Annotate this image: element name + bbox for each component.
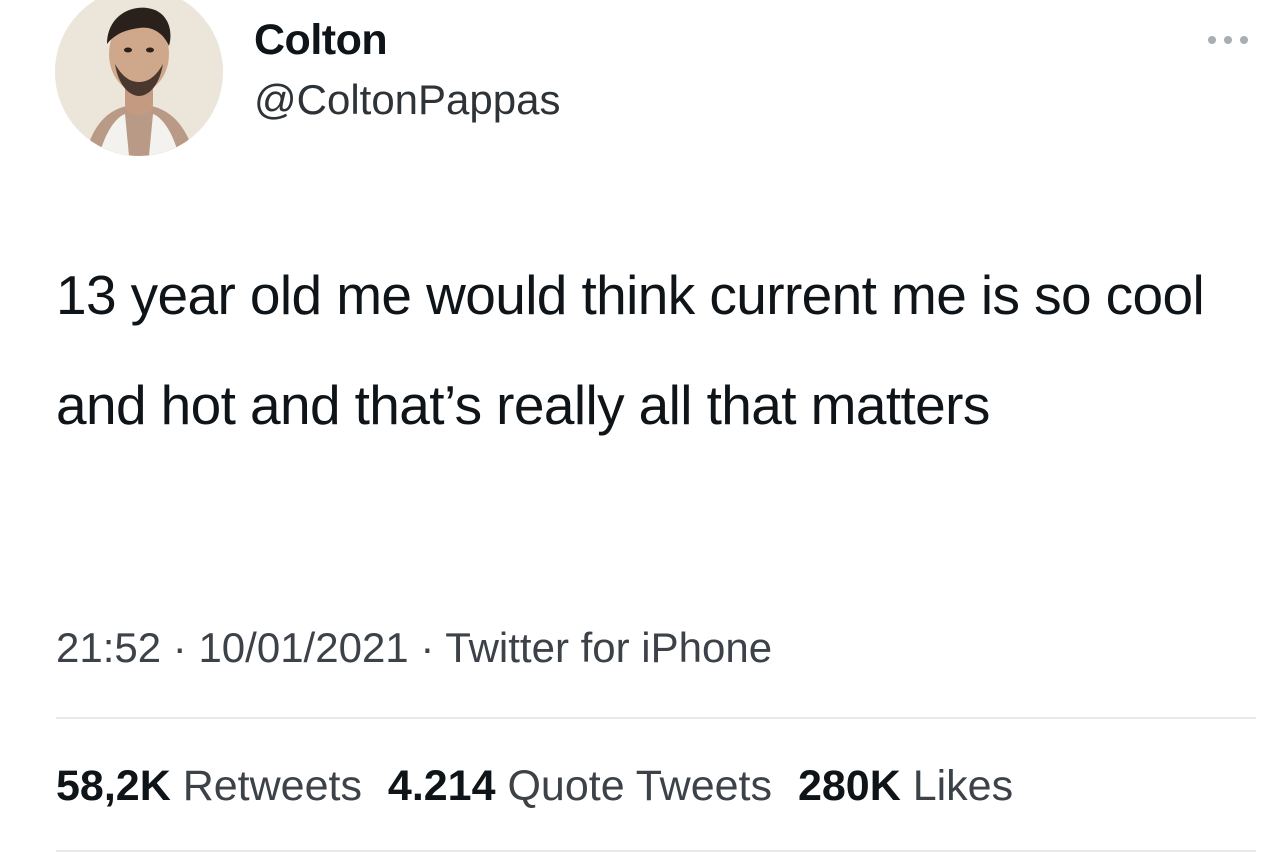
likes-count: 280K (797, 762, 901, 810)
tweet-text: 13 year old me would think current me is… (56, 264, 1205, 436)
quote-tweets-label: Quote Tweets (507, 762, 772, 810)
likes-stat[interactable]: 280K Likes (798, 762, 1013, 810)
author-display-name[interactable]: Colton (254, 14, 388, 66)
quote-tweets-stat[interactable]: 4.214 Quote Tweets (388, 762, 772, 810)
meta-separator: · (420, 624, 435, 671)
tweet-source[interactable]: Twitter for iPhone (445, 624, 772, 671)
retweets-stat[interactable]: 58,2K Retweets (56, 762, 362, 810)
meta-separator: · (172, 624, 187, 671)
author-handle[interactable]: @ColtonPappas (254, 74, 561, 126)
divider (56, 850, 1256, 852)
tweet-stats: 58,2K Retweets 4.214 Quote Tweets 280K L… (56, 758, 1027, 814)
avatar[interactable] (55, 0, 223, 156)
tweet-meta: 21:52 · 10/01/2021 · Twitter for iPhone (56, 620, 772, 676)
retweets-count: 58,2K (56, 762, 171, 810)
quote-tweets-count: 4.214 (387, 762, 496, 810)
tweet-time[interactable]: 21:52 (56, 624, 161, 671)
tweet-date[interactable]: 10/01/2021 (198, 624, 408, 671)
profile-photo-icon (55, 0, 223, 156)
more-options-button[interactable] (1198, 28, 1258, 52)
retweets-label: Retweets (182, 762, 362, 810)
more-horizontal-icon (1208, 36, 1248, 44)
divider (56, 717, 1256, 719)
likes-label: Likes (912, 762, 1014, 810)
